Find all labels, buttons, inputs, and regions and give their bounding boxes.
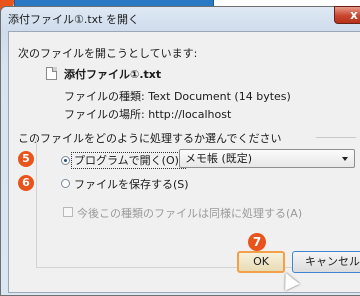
window-title: 添付ファイル①.txt を開く — [8, 13, 139, 26]
remember-checkbox[interactable] — [63, 207, 73, 217]
step-6-marker: 6 — [18, 175, 34, 191]
program-select[interactable]: メモ帳 (既定) — [179, 149, 355, 168]
close-button[interactable]: x — [334, 6, 360, 24]
open-with-radio[interactable] — [61, 156, 70, 165]
chevron-down-icon — [342, 157, 348, 161]
text-file-icon — [46, 67, 57, 80]
ok-button[interactable]: OK — [237, 251, 285, 273]
titlebar: 添付ファイル①.txt を開く x — [1, 6, 360, 29]
cancel-button[interactable]: キャンセル — [292, 251, 360, 273]
program-select-value: メモ帳 (既定) — [185, 152, 253, 165]
intro-text: 次のファイルを開こうとしています: — [18, 47, 198, 60]
save-file-radio[interactable] — [61, 179, 70, 188]
file-type: ファイルの種類: Text Document (14 bytes) — [64, 90, 291, 103]
file-name: 添付ファイル①.txt — [64, 68, 162, 81]
step-7-marker: 7 — [248, 233, 266, 251]
step-5-marker: 5 — [18, 151, 34, 167]
save-file-label[interactable]: ファイルを保存する(S) — [74, 176, 189, 192]
open-with-label[interactable]: プログラムで開く(O): — [71, 152, 186, 169]
file-location: ファイルの場所: http://localhost — [64, 108, 232, 121]
remember-label: 今後この種類のファイルは同様に処理する(A) — [77, 207, 303, 220]
